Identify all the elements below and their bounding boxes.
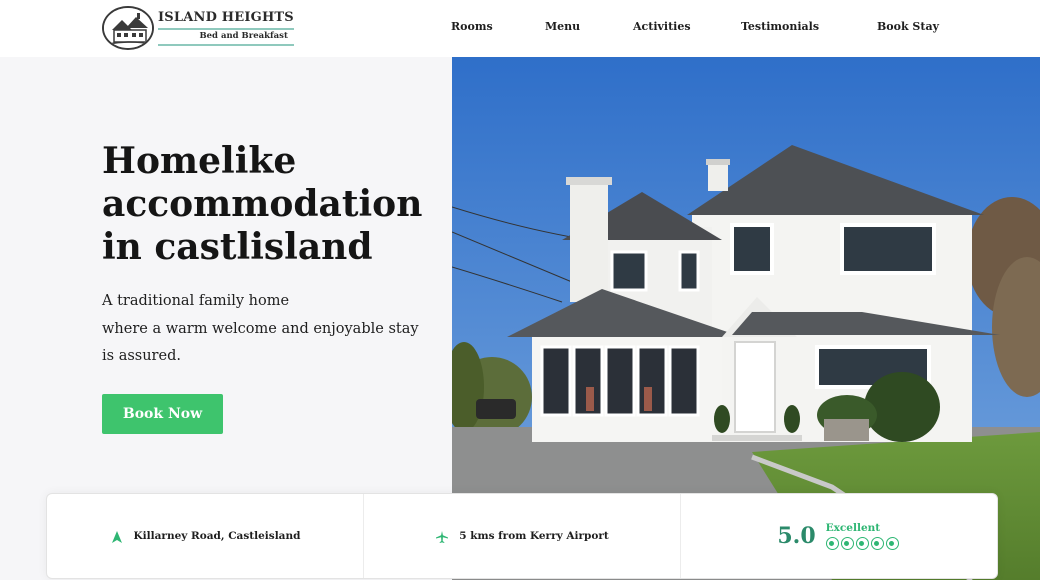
location-arrow-icon (110, 529, 124, 543)
nav-testimonials[interactable]: Testimonials (741, 20, 819, 33)
rating-circle-icon (870, 537, 884, 550)
rating-label: Excellent (825, 522, 881, 534)
address-text: Killarney Road, Castleisland (133, 530, 301, 542)
info-bar: Killarney Road, Castleisland 5 kms from … (46, 493, 998, 579)
nav-activities[interactable]: Activities (633, 20, 691, 33)
hero-description: A traditional family home where a warm w… (102, 293, 419, 364)
airport-cell: 5 kms from Kerry Airport (363, 494, 680, 578)
rating-circle-icon (885, 537, 899, 550)
rating-circles (825, 537, 901, 550)
location-cell: Killarney Road, Castleisland (47, 494, 363, 578)
logo-title: ISLAND HEIGHTS (158, 10, 294, 25)
rating-circle-icon (855, 537, 869, 550)
airplane-icon (435, 529, 449, 543)
rating-circle-icon (825, 537, 839, 550)
rating-score: 5.0 (777, 523, 816, 549)
book-now-button[interactable]: Book Now (102, 394, 223, 434)
site-header: ISLAND HEIGHTS Bed and Breakfast Rooms M… (0, 0, 1040, 57)
logo-subtitle: Bed and Breakfast (158, 28, 294, 46)
house-logo-icon (102, 6, 154, 50)
rating-cell: 5.0 Excellent (680, 494, 997, 578)
hero-title: Homelike accommodation in castlisland (102, 140, 423, 268)
nav-menu[interactable]: Menu (545, 20, 580, 33)
airport-distance-text: 5 kms from Kerry Airport (459, 530, 609, 542)
nav-rooms[interactable]: Rooms (451, 20, 493, 33)
rating-circle-icon (840, 537, 854, 550)
nav-book-stay[interactable]: Book Stay (877, 20, 939, 33)
site-logo[interactable]: ISLAND HEIGHTS Bed and Breakfast (102, 6, 294, 50)
